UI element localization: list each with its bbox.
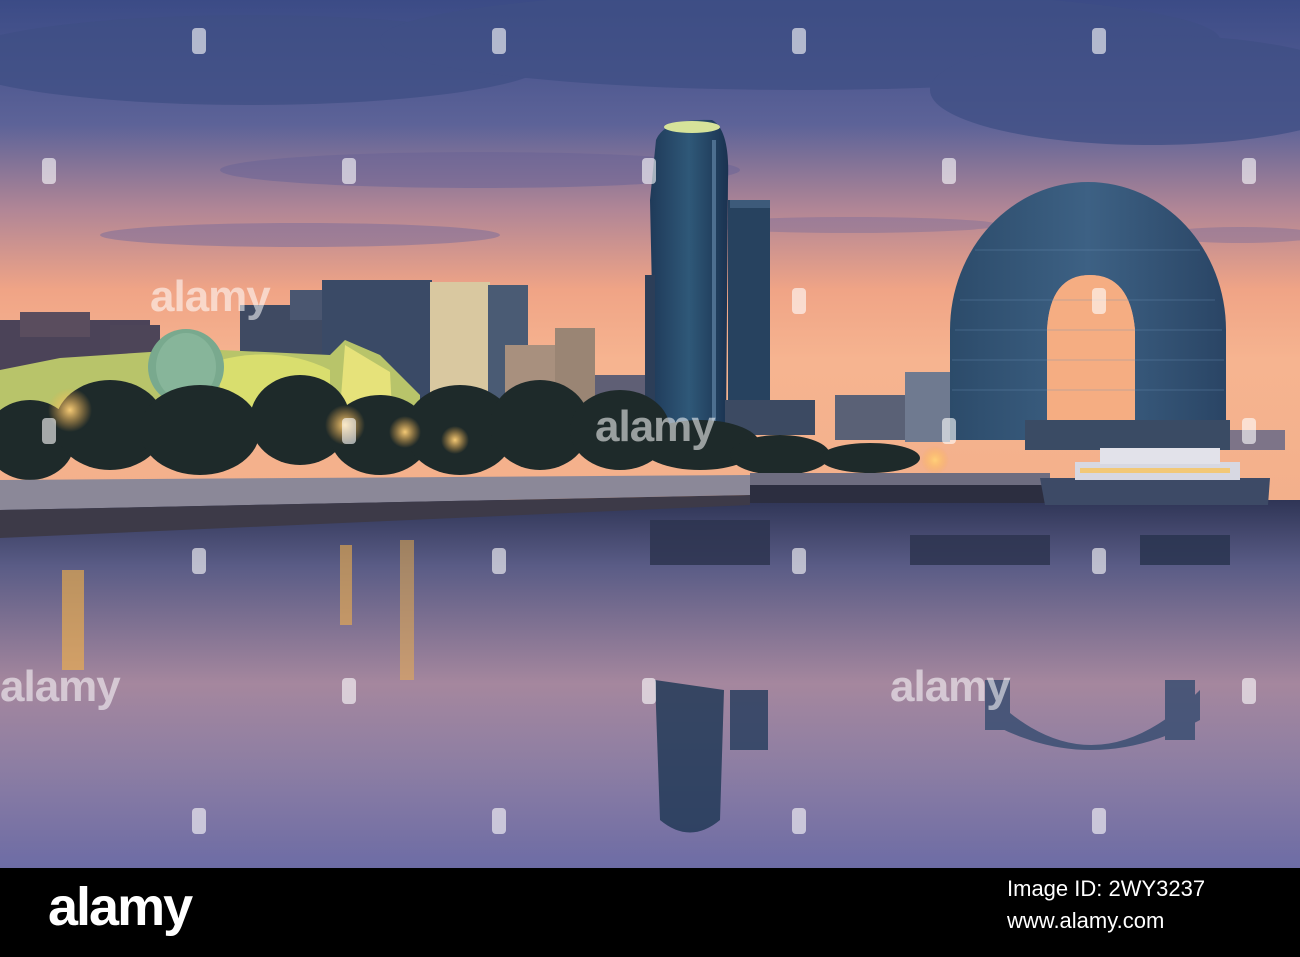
- site-url[interactable]: www.alamy.com: [1007, 908, 1164, 934]
- photo-frame: alamy alamy alamy alamy alamy Image ID: …: [0, 0, 1300, 957]
- brand-logo[interactable]: alamy: [48, 876, 193, 938]
- watermark-logo: alamy: [0, 662, 121, 711]
- image-id-text: Image ID: 2WY3237: [1007, 876, 1206, 901]
- watermark-logo: alamy: [150, 272, 271, 321]
- footer-bar: alamy Image ID: 2WY3237 www.alamy.com: [0, 868, 1300, 957]
- watermark-logo: alamy: [890, 662, 1011, 711]
- watermark-logo: alamy: [595, 402, 716, 451]
